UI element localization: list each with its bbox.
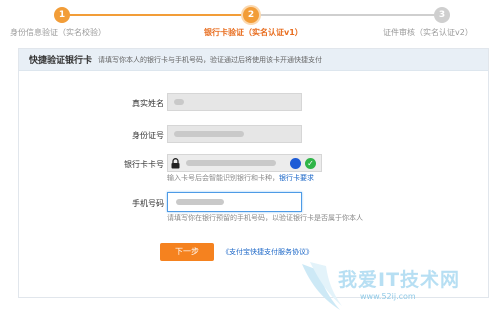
step-2-circle: 2: [243, 7, 259, 23]
real-name-field[interactable]: [167, 93, 302, 111]
card-number-label: 银行卡卡号: [124, 160, 164, 169]
step-progress: 1 2 3 身份信息验证（实名校验） 银行卡验证（实名认证v1） 证件审核（实名…: [0, 0, 500, 50]
phone-field[interactable]: [167, 192, 302, 212]
panel-title: 快捷验证银行卡: [29, 56, 93, 66]
step-1-circle: 1: [54, 7, 70, 23]
masked-value: [174, 131, 244, 137]
phone-hint: 请填写你在银行预留的手机号码，以验证银行卡是否属于你本人: [167, 214, 363, 222]
step-line-done: [62, 14, 251, 16]
id-number-field[interactable]: [167, 125, 302, 143]
step-3-label: 证件审核（实名认证v2）: [383, 28, 473, 37]
id-number-label: 身份证号: [132, 131, 164, 140]
step-line-pending: [251, 14, 442, 16]
lock-icon: [171, 158, 180, 169]
check-icon: ✓: [305, 158, 316, 169]
next-step-button[interactable]: 下一步: [160, 243, 214, 261]
step-3-circle: 3: [434, 7, 450, 23]
card-requirement-link[interactable]: 银行卡要求: [279, 174, 314, 182]
real-name-label: 真实姓名: [132, 99, 164, 108]
panel-description: 请填写你本人的银行卡与手机号码，验证通过后将使用该卡开通快捷支付: [98, 55, 323, 64]
card-hint-text: 输入卡号后会智能识别银行和卡种，: [167, 174, 279, 182]
masked-value: [186, 160, 276, 166]
card-number-field[interactable]: ✓: [167, 154, 322, 172]
bank-logo-icon: [290, 158, 301, 169]
masked-value: [176, 199, 224, 205]
watermark-url: www.52ij.com: [360, 292, 416, 301]
masked-value: [174, 99, 184, 105]
phone-label: 手机号码: [132, 199, 164, 208]
agreement-link[interactable]: 《支付宝快捷支付服务协议》: [222, 247, 313, 257]
step-1-label: 身份信息验证（实名校验）: [10, 28, 106, 37]
step-2-label: 银行卡验证（实名认证v1）: [204, 28, 303, 37]
card-hint: 输入卡号后会智能识别银行和卡种，银行卡要求: [167, 173, 314, 183]
watermark: 我爱IT技术网 www.52ij.com: [300, 262, 500, 313]
panel-header: 快捷验证银行卡 请填写你本人的银行卡与手机号码，验证通过后将使用该卡开通快捷支付: [19, 49, 488, 71]
watermark-text: 我爱IT技术网: [338, 269, 461, 291]
